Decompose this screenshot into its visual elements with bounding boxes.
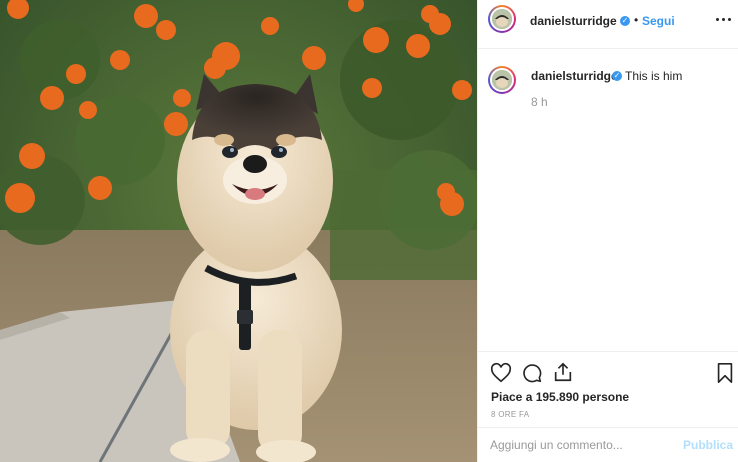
instagram-post: danielsturridge ✓ • Segui danielsturridg…	[0, 0, 738, 462]
post-timestamp[interactable]: 8 ORE FA	[491, 410, 529, 419]
publish-button[interactable]: Pubblica	[683, 438, 733, 452]
avatar[interactable]	[488, 5, 516, 33]
verified-badge-icon: ✓	[620, 16, 630, 26]
caption-time[interactable]: 8 h	[531, 95, 548, 109]
comment-input[interactable]	[490, 436, 680, 454]
caption-username[interactable]: danielsturridge	[531, 69, 618, 83]
header-username[interactable]: danielsturridge	[530, 14, 617, 28]
header-separator: •	[634, 13, 639, 27]
post-side-panel: danielsturridge ✓ • Segui danielsturridg…	[477, 0, 738, 462]
comment-bar: Pubblica	[478, 427, 738, 462]
avatar-photo	[492, 9, 512, 29]
likes-count[interactable]: Piace a 195.890 persone	[491, 390, 629, 404]
caption-avatar[interactable]	[488, 66, 516, 94]
pomeranian-photo	[0, 0, 477, 462]
verified-badge-icon: ✓	[612, 71, 622, 81]
bookmark-icon[interactable]	[714, 362, 736, 384]
post-header: danielsturridge ✓ • Segui	[478, 0, 738, 49]
caption-text: This is him	[625, 69, 683, 83]
more-options-icon[interactable]	[716, 11, 732, 27]
share-icon[interactable]	[552, 361, 574, 383]
avatar-photo	[492, 70, 512, 90]
post-photo[interactable]	[0, 0, 477, 462]
heart-icon[interactable]	[490, 362, 512, 384]
comment-icon[interactable]	[521, 362, 543, 384]
follow-button[interactable]: Segui	[642, 14, 675, 28]
